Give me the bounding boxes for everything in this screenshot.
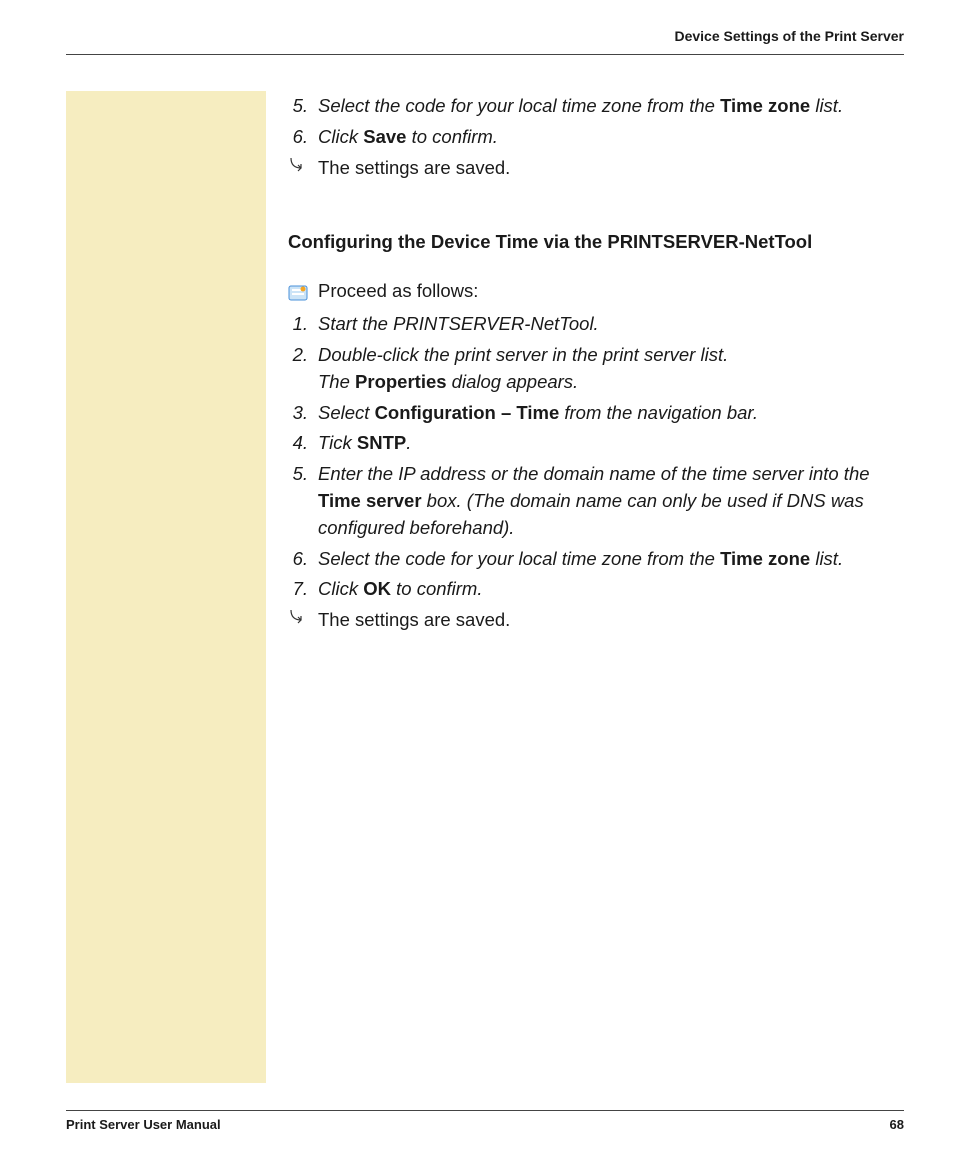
result-arrow-icon bbox=[288, 155, 318, 182]
list-item: 5. Select the code for your local time z… bbox=[288, 93, 904, 120]
page-number: 68 bbox=[890, 1117, 904, 1132]
list-text: Start the PRINTSERVER-NetTool. bbox=[318, 311, 904, 338]
list-item: 4. Tick SNTP. bbox=[288, 430, 904, 457]
list-text: Select the code for your local time zone… bbox=[318, 546, 904, 573]
result-text: The settings are saved. bbox=[318, 607, 904, 634]
list-marker: 6. bbox=[288, 546, 318, 573]
list-marker: 3. bbox=[288, 400, 318, 427]
list-item: 6. Select the code for your local time z… bbox=[288, 546, 904, 573]
note-icon bbox=[288, 283, 308, 301]
list-text: Enter the IP address or the domain name … bbox=[318, 461, 904, 541]
footer-title: Print Server User Manual bbox=[66, 1117, 221, 1132]
list-item: 2. Double-click the print server in the … bbox=[288, 342, 904, 396]
list-item: 1. Start the PRINTSERVER-NetTool. bbox=[288, 311, 904, 338]
main-content: 5. Select the code for your local time z… bbox=[288, 91, 904, 1083]
running-header: Device Settings of the Print Server bbox=[66, 28, 904, 55]
list-marker: 4. bbox=[288, 430, 318, 457]
list-item: 7. Click OK to confirm. bbox=[288, 576, 904, 603]
list-item: 5. Enter the IP address or the domain na… bbox=[288, 461, 904, 541]
list-marker: 5. bbox=[288, 461, 318, 541]
list-marker: 2. bbox=[288, 342, 318, 396]
list-item: 3. Select Configuration – Time from the … bbox=[288, 400, 904, 427]
list-marker: 7. bbox=[288, 576, 318, 603]
list-text: Click OK to confirm. bbox=[318, 576, 904, 603]
proceed-text: Proceed as follows: bbox=[318, 278, 478, 305]
list-text: Tick SNTP. bbox=[318, 430, 904, 457]
result-arrow-icon bbox=[288, 607, 318, 634]
page-footer: Print Server User Manual 68 bbox=[66, 1110, 904, 1132]
list-text: Double-click the print server in the pri… bbox=[318, 342, 904, 396]
result-text: The settings are saved. bbox=[318, 155, 904, 182]
result-item: The settings are saved. bbox=[288, 607, 904, 634]
sidebar-panel bbox=[66, 91, 266, 1083]
section-heading: Configuring the Device Time via the PRIN… bbox=[288, 229, 904, 256]
list-marker: 5. bbox=[288, 93, 318, 120]
list-text: Select the code for your local time zone… bbox=[318, 93, 904, 120]
list-marker: 6. bbox=[288, 124, 318, 151]
list-text: Select Configuration – Time from the nav… bbox=[318, 400, 904, 427]
result-item: The settings are saved. bbox=[288, 155, 904, 182]
list-item: 6. Click Save to confirm. bbox=[288, 124, 904, 151]
list-text: Click Save to confirm. bbox=[318, 124, 904, 151]
list-marker: 1. bbox=[288, 311, 318, 338]
proceed-line: Proceed as follows: bbox=[288, 278, 904, 305]
